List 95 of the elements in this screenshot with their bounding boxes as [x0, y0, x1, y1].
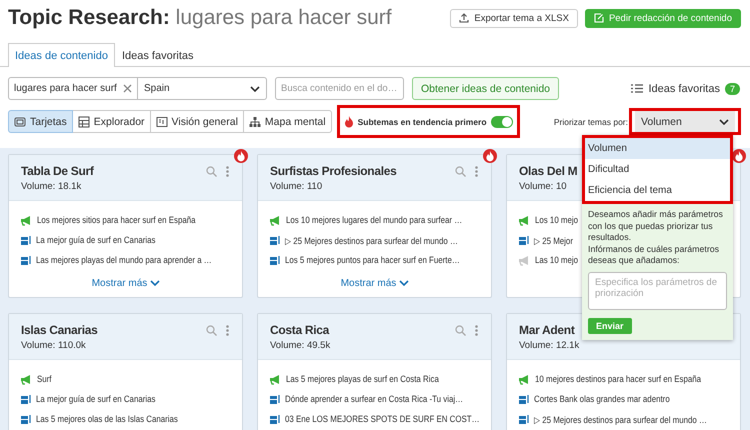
idea-link[interactable]: Dónde aprender a surfear en Costa Rica -Tu viaj…: [285, 394, 464, 404]
show-more-link[interactable]: Mostrar más: [20, 277, 232, 289]
tab[interactable]: Ideas de contenido: [8, 43, 115, 67]
volume-text: Volume: 10: [519, 181, 568, 192]
card-title[interactable]: Surfistas Profesionales: [270, 164, 396, 178]
edit-icon: [594, 13, 604, 23]
view-tab[interactable]: Visión general: [150, 110, 244, 133]
stack-icon: [518, 394, 530, 404]
prioritize-select[interactable]: Volumen: [635, 111, 735, 132]
show-more-link[interactable]: Mostrar más: [269, 277, 481, 289]
search-icon[interactable]: [206, 325, 217, 336]
card-title[interactable]: Islas Canarias: [21, 323, 98, 337]
feedback-text: Deseamos añadir más parámetros con los que puedas priorizar tus resultados.: [588, 209, 724, 244]
chevron-down-icon: [150, 280, 160, 286]
idea-link[interactable]: La mejor guía de surf en Canarias: [36, 235, 156, 245]
list-icon: [631, 84, 644, 93]
table-icon: [78, 116, 90, 128]
view-tab[interactable]: Mapa mental: [242, 110, 332, 133]
keyword-field[interactable]: lugares para hacer surf: [8, 77, 138, 100]
page-title: Topic Research: lugares para hacer surf: [8, 6, 392, 30]
cards-icon: [14, 116, 26, 128]
megaphone-icon: [518, 374, 531, 384]
stack-icon: [518, 234, 530, 246]
search-icon[interactable]: [455, 325, 466, 336]
megaphone-icon: [20, 214, 33, 226]
idea-link[interactable]: Las 5 mejores olas de las Islas Canarias: [36, 414, 178, 424]
content-search-field[interactable]: Busca contenido en el do…: [275, 77, 404, 100]
idea-link[interactable]: Las mejores playas del mundo para aprender a …: [36, 255, 212, 265]
stack-icon: [269, 254, 281, 266]
dropdown-option[interactable]: Eficiencia del tema: [585, 180, 730, 201]
stack-icon: [269, 394, 281, 404]
megaphone-icon: [269, 214, 282, 226]
card-title[interactable]: Tabla De Surf: [21, 164, 94, 178]
idea-link[interactable]: ▷ 25 Mejores destinos para surfear del mundo …: [285, 234, 458, 246]
more-icon[interactable]: [475, 325, 478, 336]
idea-link[interactable]: Las 5 mejores playas de surf en Costa Rica: [286, 374, 439, 384]
idea-link[interactable]: 03 Ene LOS MEJORES SPOTS DE SURF EN COST…: [285, 414, 480, 424]
hierarchy-icon: [248, 116, 261, 128]
megaphone-icon: [269, 374, 282, 384]
get-ideas-button[interactable]: Obtener ideas de contenido: [412, 77, 560, 100]
idea-link[interactable]: La mejor guía de surf en Canarias: [36, 394, 156, 404]
volume-text: Volume: 110.0k: [21, 340, 87, 351]
idea-link[interactable]: Los 10 mejores lugares del mundo para surfear …: [286, 215, 462, 225]
upload-icon: [459, 13, 470, 23]
more-icon[interactable]: [475, 166, 478, 177]
overview-icon: [156, 116, 168, 128]
stack-icon: [269, 414, 281, 424]
card-title[interactable]: Olas Del M: [519, 164, 578, 178]
volume-text: Volume: 110: [270, 181, 324, 192]
chevron-down-icon: [399, 280, 410, 286]
idea-link[interactable]: ▷ 25 Mejor: [534, 234, 573, 246]
card-title[interactable]: Costa Rica: [270, 323, 330, 337]
stack-icon: [518, 414, 530, 424]
dropdown-option[interactable]: Volumen: [585, 138, 730, 159]
toggle-switch[interactable]: [490, 116, 513, 128]
idea-link[interactable]: Las 10 mejo: [535, 255, 578, 265]
megaphone-icon: [20, 374, 33, 384]
favorites-link[interactable]: Ideas favoritas: [648, 82, 720, 94]
chevron-down-icon: [719, 118, 729, 124]
stack-icon: [20, 394, 32, 404]
volume-text: Volume: 18.1k: [21, 181, 82, 192]
stack-icon: [20, 254, 32, 266]
search-icon[interactable]: [206, 166, 217, 177]
feedback-text: Infórmanos de cuáles parámetros deseas que añadamos:: [588, 244, 720, 266]
megaphone-icon: [518, 214, 531, 226]
megaphone-icon: [518, 254, 531, 266]
clear-icon[interactable]: [123, 84, 132, 93]
dropdown-option[interactable]: Dificultad: [585, 159, 730, 180]
more-icon[interactable]: [226, 166, 229, 177]
search-icon[interactable]: [455, 166, 466, 177]
idea-link[interactable]: Los 5 mejores puntos para hacer surf en Fuerte…: [285, 255, 460, 265]
view-tab[interactable]: Tarjetas: [8, 110, 73, 133]
stack-icon: [20, 234, 32, 246]
tab[interactable]: Ideas favoritas: [114, 43, 201, 67]
count-badge: 7: [724, 82, 740, 94]
flame-icon: [344, 116, 354, 128]
more-icon[interactable]: [226, 325, 229, 336]
idea-link[interactable]: ▷ 25 Mejores destinos para surfear del mundo …: [534, 414, 707, 424]
idea-link[interactable]: Los mejores sitios para hacer surf en España: [37, 215, 196, 225]
idea-link[interactable]: Cortes Bank olas grandes mar adentro: [534, 394, 670, 404]
stack-icon: [269, 234, 281, 246]
stack-icon: [20, 414, 32, 424]
chevron-down-icon: [250, 86, 260, 92]
idea-link[interactable]: Los 10 mejo: [535, 215, 578, 225]
volume-text: Volume: 12.1k: [519, 340, 580, 351]
volume-text: Volume: 49.5k: [270, 340, 330, 351]
idea-link[interactable]: Surf: [37, 374, 52, 384]
idea-link[interactable]: 10 mejores destinos para hacer surf en España: [535, 374, 702, 384]
view-tab[interactable]: Explorador: [72, 110, 151, 133]
prioritize-label: Priorizar temas por:: [554, 116, 628, 126]
parameters-field[interactable]: Especifica los parámetros de priorización: [588, 272, 727, 310]
export-button[interactable]: Exportar tema a XLSX: [450, 8, 578, 28]
card-title[interactable]: Mar Adent: [519, 323, 580, 337]
country-select[interactable]: Spain: [138, 77, 267, 100]
toggle-label: Subtemas en tendencia primero: [358, 116, 487, 126]
